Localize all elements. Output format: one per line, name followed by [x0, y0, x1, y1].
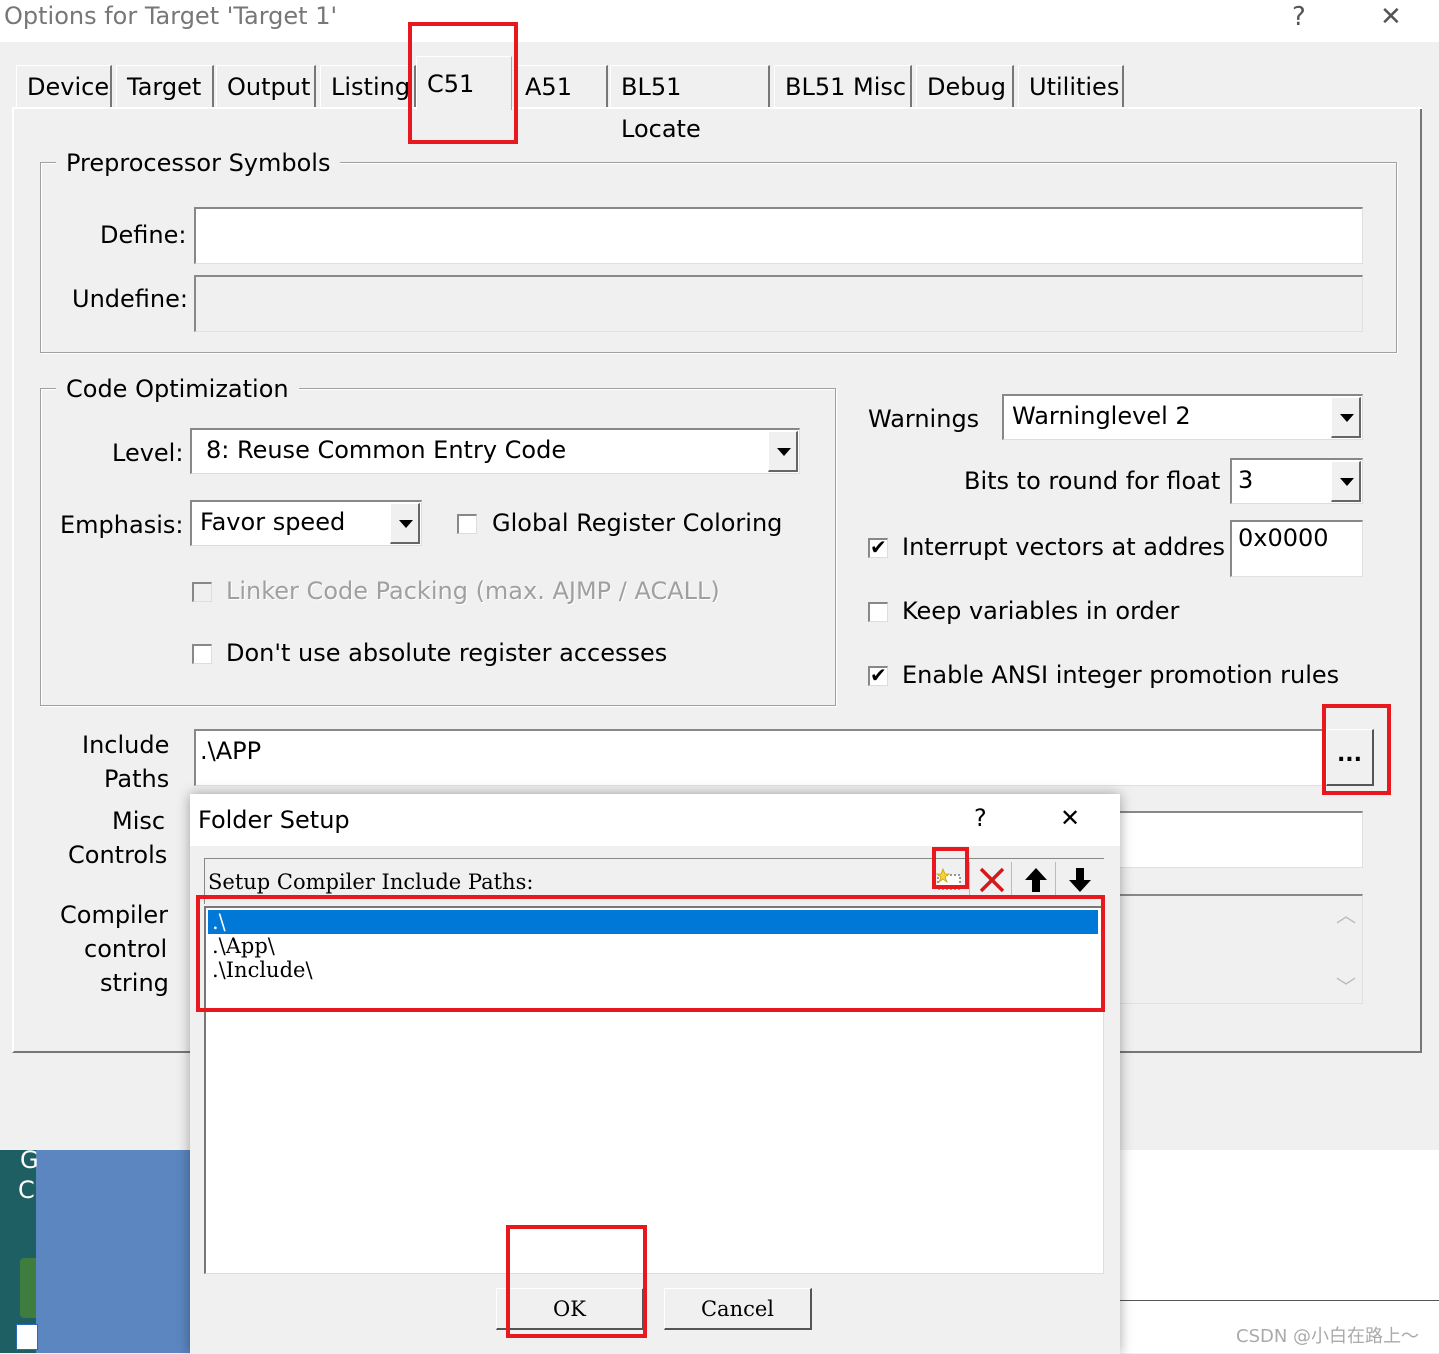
optimization-legend: Code Optimization — [56, 375, 299, 403]
global-register-coloring-label[interactable]: Global Register Coloring — [492, 509, 782, 537]
level-dropdown-arrow-icon[interactable] — [768, 431, 798, 472]
tab-listing[interactable]: Listing — [320, 65, 416, 107]
tab-device[interactable]: Device — [16, 65, 112, 107]
list-item-path-2[interactable]: .\App\ — [208, 934, 1098, 958]
tab-bl51-locate[interactable]: BL51 Locate — [610, 65, 770, 143]
new-folder-icon — [935, 867, 961, 890]
misc-controls-label-line1: Misc — [112, 807, 166, 835]
new-folder-button[interactable] — [930, 862, 970, 898]
desktop-green-icon — [20, 1258, 36, 1318]
compiler-control-label-line2: control — [84, 935, 168, 963]
delete-path-button[interactable] — [972, 862, 1012, 898]
preprocessor-legend: Preprocessor Symbols — [56, 149, 341, 177]
move-down-button[interactable] — [1060, 862, 1100, 898]
define-input[interactable] — [194, 207, 1363, 264]
no-absolute-register-checkbox[interactable] — [192, 644, 212, 664]
compiler-control-label-line3: string — [100, 969, 169, 997]
emphasis-label: Emphasis: — [60, 511, 184, 539]
linker-code-packing-label: Linker Code Packing (max. AJMP / ACALL) — [226, 577, 720, 605]
help-button[interactable]: ? — [1292, 2, 1306, 32]
tab-target[interactable]: Target — [116, 65, 214, 107]
undefine-input[interactable] — [194, 275, 1363, 332]
emphasis-select[interactable]: Favor speed — [190, 500, 422, 546]
delete-icon — [979, 867, 1005, 893]
undefine-label: Undefine: — [72, 285, 188, 313]
tab-bl51-misc[interactable]: BL51 Misc — [774, 65, 912, 107]
warnings-select[interactable]: Warninglevel 2 — [1002, 394, 1363, 440]
move-down-icon — [1069, 868, 1091, 892]
list-item-path-1[interactable]: .\ — [208, 910, 1098, 934]
level-select[interactable]: 8: Reuse Common Entry Code — [190, 428, 800, 474]
include-paths-browse-button[interactable]: ... — [1326, 729, 1374, 786]
tab-a51[interactable]: A51 — [514, 65, 608, 107]
desktop-text-fragment-2: C — [18, 1176, 35, 1204]
tab-output[interactable]: Output — [216, 65, 316, 107]
desktop-text-fragment-1: G — [20, 1146, 39, 1174]
desktop-shortcut-icon — [16, 1324, 38, 1350]
move-up-button[interactable] — [1016, 862, 1056, 898]
interrupt-vectors-checkbox[interactable] — [868, 535, 888, 559]
linker-code-packing-checkbox[interactable] — [192, 582, 212, 602]
bits-round-select[interactable]: 3 — [1230, 458, 1363, 504]
interrupt-vectors-address-input[interactable]: 0x0000 — [1230, 520, 1363, 577]
tab-strip: Device Target Output Listing C51 A51 BL5… — [0, 42, 1439, 143]
tab-utilities[interactable]: Utilities — [1018, 65, 1124, 107]
close-button[interactable]: ✕ — [1380, 2, 1402, 32]
tab-panel-top-edge — [12, 107, 416, 109]
level-label: Level: — [112, 439, 184, 467]
include-paths-label-line2: Paths — [104, 765, 170, 793]
move-up-icon — [1025, 868, 1047, 892]
list-header-label: Setup Compiler Include Paths: — [208, 870, 534, 894]
global-register-coloring-checkbox[interactable] — [457, 514, 477, 534]
ok-button[interactable]: OK — [496, 1288, 644, 1330]
no-absolute-register-label[interactable]: Don't use absolute register accesses — [226, 639, 667, 667]
window-title: Options for Target 'Target 1' — [4, 2, 338, 30]
bits-round-dropdown-arrow-icon[interactable] — [1331, 461, 1361, 502]
tab-c51[interactable]: C51 — [416, 56, 512, 110]
level-value: 8: Reuse Common Entry Code — [206, 436, 567, 464]
folder-setup-close-button[interactable]: ✕ — [1060, 804, 1080, 832]
folder-setup-dialog: Folder Setup ? ✕ Setup Compiler Include … — [190, 794, 1120, 1354]
keep-variables-label[interactable]: Keep variables in order — [902, 597, 1179, 625]
background-window-line — [1120, 1300, 1439, 1301]
scroll-up-arrow-icon[interactable]: ︿ — [1336, 905, 1356, 925]
folder-setup-help-button[interactable]: ? — [974, 804, 987, 832]
bits-round-label: Bits to round for float — [964, 467, 1221, 495]
emphasis-value: Favor speed — [200, 508, 346, 536]
scroll-down-arrow-icon[interactable]: ﹀ — [1336, 977, 1356, 997]
define-label: Define: — [100, 221, 187, 249]
tab-panel-top-edge-right — [512, 107, 1422, 109]
warnings-label: Warnings — [868, 405, 980, 433]
folder-setup-title: Folder Setup — [198, 806, 350, 834]
ansi-promotion-label[interactable]: Enable ANSI integer promotion rules — [902, 661, 1339, 689]
emphasis-dropdown-arrow-icon[interactable] — [390, 503, 420, 544]
include-paths-list[interactable]: .\ .\App\ .\Include\ — [204, 906, 1104, 1274]
keep-variables-checkbox[interactable] — [868, 602, 888, 622]
include-paths-label-line1: Include — [82, 731, 170, 759]
bits-round-value: 3 — [1238, 466, 1254, 494]
warnings-value: Warninglevel 2 — [1012, 402, 1191, 430]
warnings-dropdown-arrow-icon[interactable] — [1331, 397, 1361, 438]
tab-debug[interactable]: Debug — [916, 65, 1014, 107]
cancel-button[interactable]: Cancel — [664, 1288, 812, 1330]
include-paths-input[interactable]: .\APP — [194, 729, 1324, 786]
ansi-promotion-checkbox[interactable] — [868, 663, 888, 687]
watermark: CSDN @小白在路上～ — [1236, 1326, 1420, 1347]
list-item-path-3[interactable]: .\Include\ — [208, 958, 1098, 982]
interrupt-vectors-label[interactable]: Interrupt vectors at addres — [902, 533, 1225, 561]
misc-controls-label-line2: Controls — [68, 841, 168, 869]
compiler-control-label-line1: Compiler — [60, 901, 169, 929]
